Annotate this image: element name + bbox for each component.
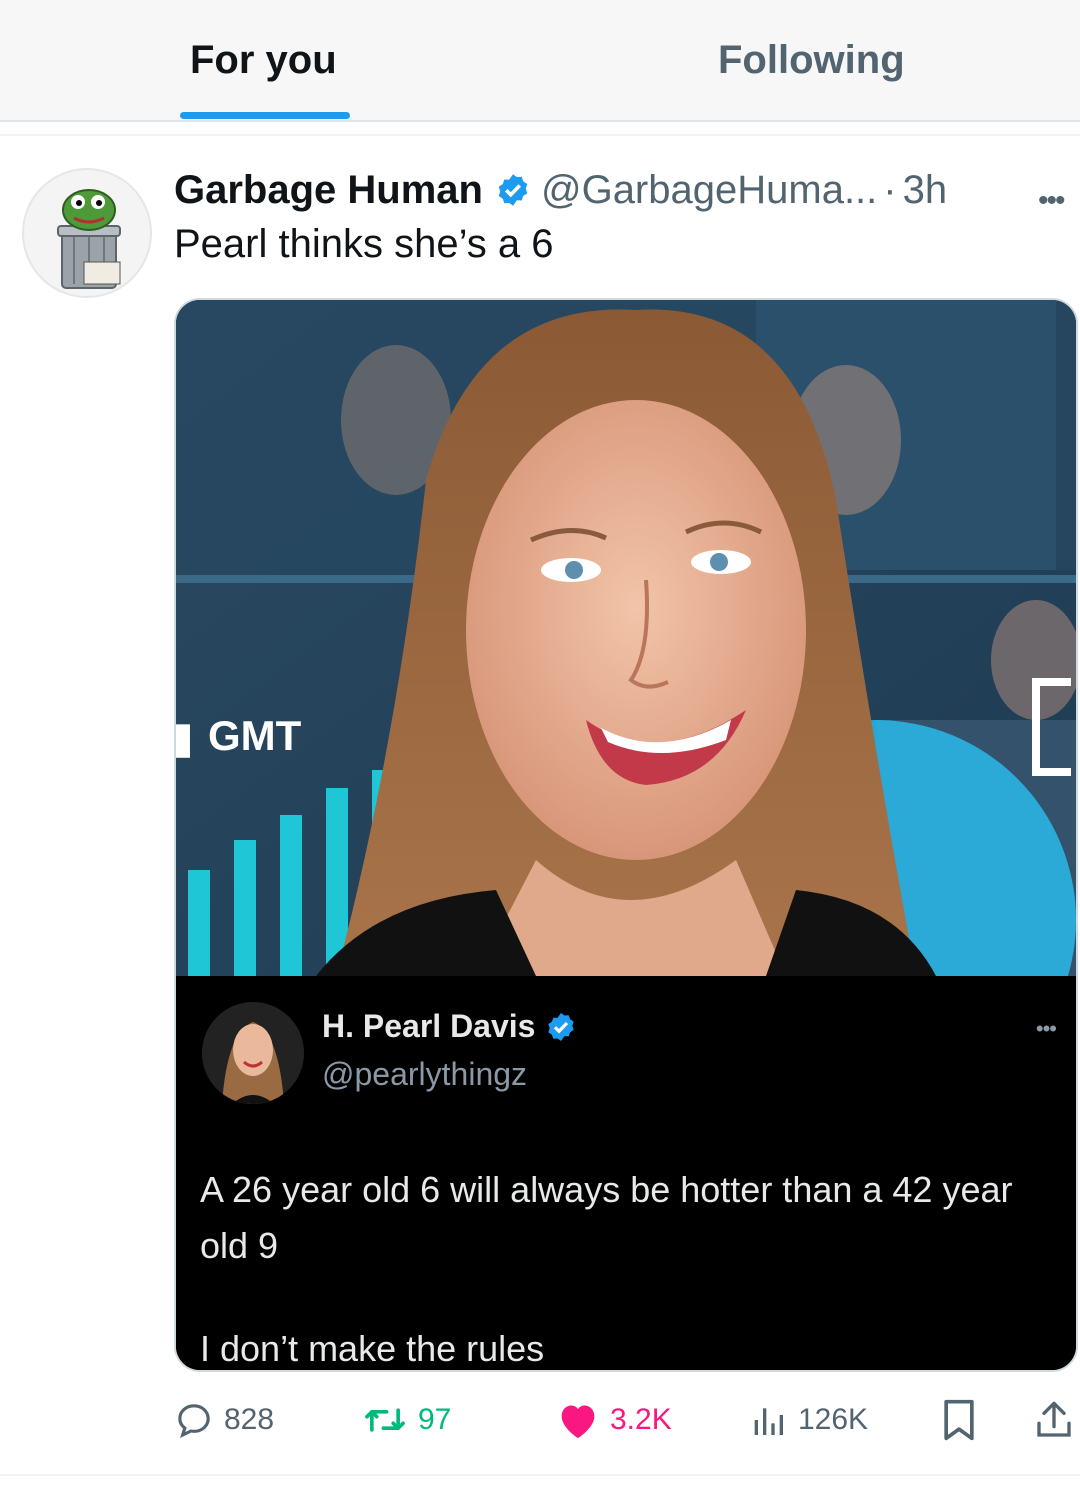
tweet-timestamp[interactable]: 3h [903,168,948,213]
tweet-actions: 828 97 3.2K 126K [0,1390,1080,1450]
quoted-author-handle: @pearlythingz [322,1056,528,1092]
active-tab-indicator [180,112,350,119]
tweet-header: Garbage Human @GarbageHuma... · 3h [174,162,947,218]
timeline-tabs: For you Following [0,0,1080,122]
like-button[interactable]: 3.2K [556,1390,672,1450]
verified-badge-icon [498,174,528,206]
separator-dot: · [883,167,897,212]
tweet-media[interactable]: ▮ GMT H. Pearl Davis @pearlythingz ••• A… [174,298,1078,1372]
divider [0,1474,1080,1476]
heart-icon [561,1405,595,1439]
like-count: 3.2K [610,1403,672,1436]
retweet-icon [365,1408,405,1432]
retweet-count: 97 [418,1403,452,1436]
share-button[interactable] [1034,1390,1080,1450]
author-avatar[interactable] [22,168,152,298]
tweet-text: Pearl thinks she’s a 6 [174,222,554,266]
bookmark-button[interactable] [940,1390,988,1450]
quoted-name-row: H. Pearl Davis [322,1008,577,1045]
tweet-photo: ▮ [176,300,1076,976]
share-icon [1037,1401,1071,1437]
quoted-tweet-text-2: I don’t make the rules [200,1328,545,1369]
views-button[interactable]: 126K [748,1390,868,1450]
divider [0,134,1080,136]
reply-count: 828 [224,1403,275,1436]
views-icon [754,1408,783,1435]
quoted-tweet-text: A 26 year old 6 will always be hotter th… [200,1169,1013,1266]
verified-badge-icon [548,1012,575,1041]
quoted-tweet-card: H. Pearl Davis @pearlythingz ••• A 26 ye… [176,976,1076,1370]
quoted-more-icon: ••• [1035,1016,1057,1041]
author-handle[interactable]: @GarbageHuma... [541,168,877,213]
retweet-button[interactable]: 97 [362,1390,451,1450]
more-icon[interactable]: ••• [1038,184,1065,218]
photo-overlay-text: GMT [208,712,302,759]
reply-icon [178,1404,210,1438]
reply-button[interactable]: 828 [174,1390,274,1450]
views-count: 126K [798,1403,869,1436]
tab-following[interactable]: Following [718,38,905,83]
quoted-author-name: H. Pearl Davis [322,1008,536,1044]
author-name[interactable]: Garbage Human [174,168,483,213]
tab-for-you[interactable]: For you [190,38,337,83]
bookmark-icon [944,1399,974,1441]
quoted-avatar [202,1002,304,1104]
svg-text:▮: ▮ [176,714,193,761]
